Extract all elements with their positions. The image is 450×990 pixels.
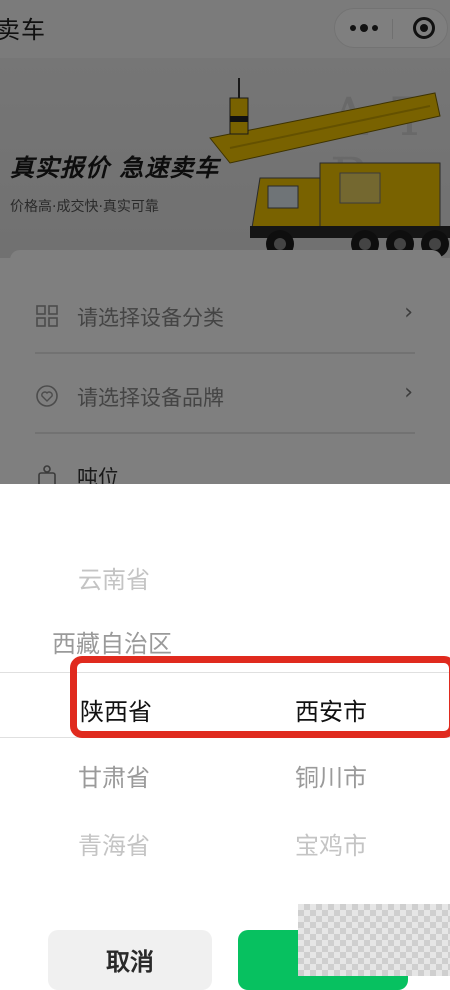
selection-highlight-annotation [70,656,450,738]
province-option[interactable]: 西藏自治区 [52,624,172,659]
region-picker: 云南省 西藏自治区 陕西省 甘肃省 青海省 西安市 铜川市 宝鸡市 取消 确 [0,484,450,990]
province-option[interactable]: 甘肃省 [78,758,150,793]
city-option[interactable]: 宝鸡市 [295,826,367,861]
city-option[interactable]: 铜川市 [295,758,367,793]
pixelated-watermark [298,904,450,976]
cancel-button[interactable]: 取消 [48,930,212,990]
province-option[interactable]: 云南省 [78,560,150,595]
modal-overlay[interactable] [0,0,450,484]
province-option[interactable]: 青海省 [78,826,150,861]
